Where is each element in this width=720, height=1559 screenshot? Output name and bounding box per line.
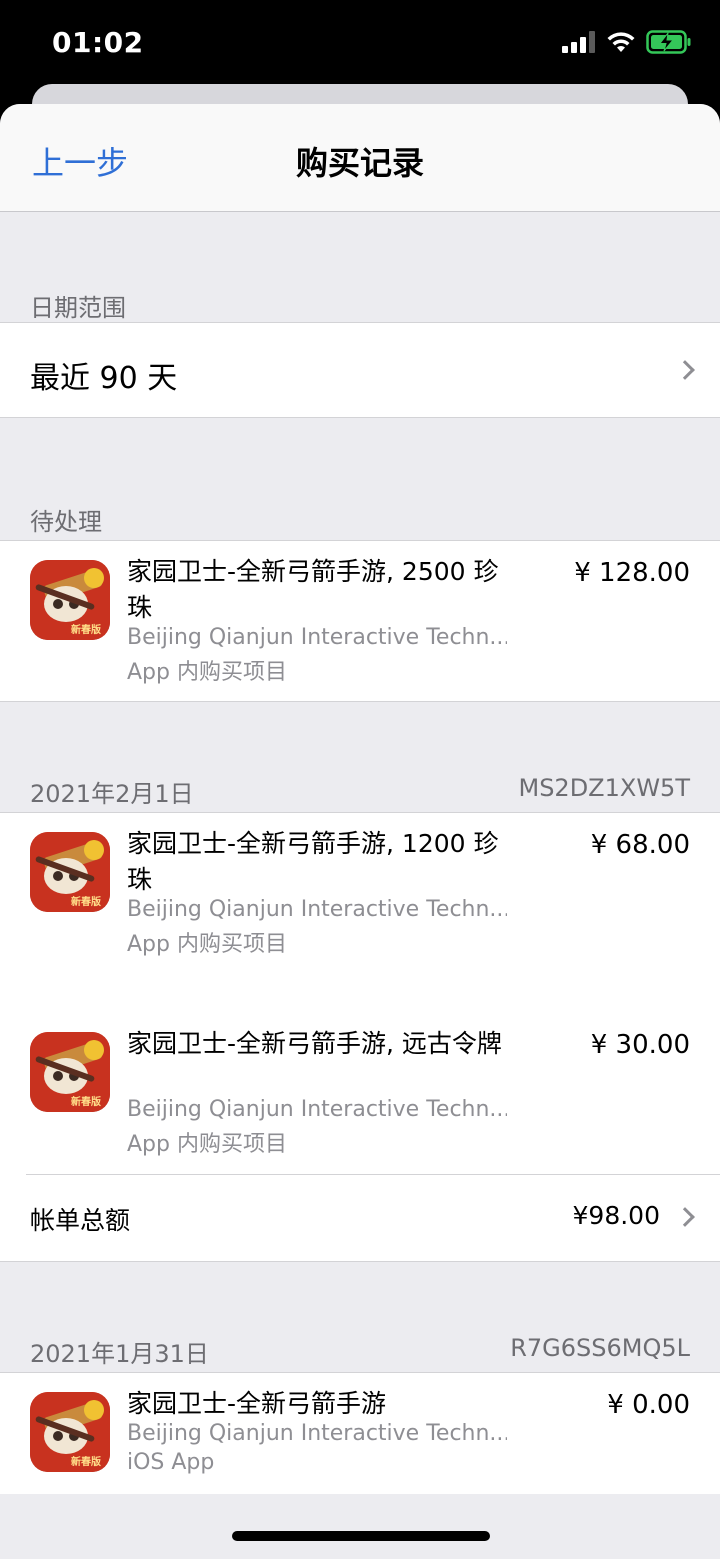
item-price: ¥ 68.00 xyxy=(590,830,690,860)
list-item[interactable]: 新春版 家园卫士-全新弓箭手游, 1200 珍珠 Beijing Qianjun… xyxy=(0,813,720,1013)
wifi-icon xyxy=(607,32,635,52)
bill-total-row[interactable]: 帐单总额 ¥98.00 xyxy=(0,1175,720,1261)
cellular-signal-icon xyxy=(562,31,595,53)
date-range-header: 日期范围 xyxy=(0,212,720,322)
item-price: ¥ 128.00 xyxy=(574,558,690,588)
battery-charging-icon xyxy=(646,30,691,54)
item-price: ¥ 0.00 xyxy=(607,1390,690,1420)
game-icon: 新春版 xyxy=(30,560,110,640)
item-price: ¥ 30.00 xyxy=(590,1030,690,1060)
pending-header: 待处理 xyxy=(0,418,720,540)
item-title: 家园卫士-全新弓箭手游, 1200 珍珠 xyxy=(127,829,499,894)
status-icons xyxy=(562,30,692,54)
chevron-right-icon xyxy=(675,360,695,380)
order-id: MS2DZ1XW5T xyxy=(518,774,690,802)
date-range-row[interactable]: 最近 90 天 xyxy=(0,322,720,418)
item-title: 家园卫士-全新弓箭手游, 远古令牌 xyxy=(127,1029,502,1058)
item-developer: Beijing Qianjun Interactive Techn... xyxy=(127,897,507,922)
order-header: 2021年2月1日 MS2DZ1XW5T xyxy=(0,702,720,812)
game-icon: 新春版 xyxy=(30,1392,110,1472)
app-icon-badge: 新春版 xyxy=(71,1095,101,1108)
page-title: 购买记录 xyxy=(295,144,424,182)
item-developer: Beijing Qianjun Interactive Techn... xyxy=(127,625,507,650)
app-icon: 新春版 xyxy=(30,832,110,912)
item-kind: App 内购买项目 xyxy=(127,1132,287,1157)
app-icon-badge: 新春版 xyxy=(71,1455,101,1468)
app-icon-badge: 新春版 xyxy=(71,623,101,636)
date-range-header-label: 日期范围 xyxy=(30,294,126,322)
item-developer: Beijing Qianjun Interactive Techn... xyxy=(127,1421,507,1446)
app-icon: 新春版 xyxy=(30,560,110,640)
order-group: 新春版 家园卫士-全新弓箭手游, 1200 珍珠 Beijing Qianjun… xyxy=(0,812,720,1262)
date-range-value: 最近 90 天 xyxy=(30,361,178,396)
status-time: 01:02 xyxy=(52,26,144,59)
item-kind: iOS App xyxy=(127,1450,215,1475)
pending-header-label: 待处理 xyxy=(30,508,102,536)
order-id: R7G6SS6MQ5L xyxy=(510,1334,690,1362)
app-icon-badge: 新春版 xyxy=(71,895,101,908)
order-header: 2021年1月31日 R7G6SS6MQ5L xyxy=(0,1262,720,1372)
order-date: 2021年1月31日 xyxy=(30,1340,209,1368)
order-date: 2021年2月1日 xyxy=(30,780,194,808)
item-kind: App 内购买项目 xyxy=(127,932,287,957)
item-kind: App 内购买项目 xyxy=(127,660,287,685)
app-icon: 新春版 xyxy=(30,1392,110,1472)
item-developer: Beijing Qianjun Interactive Techn... xyxy=(127,1097,507,1122)
home-indicator[interactable] xyxy=(232,1531,490,1541)
game-icon: 新春版 xyxy=(30,832,110,912)
list-item[interactable]: 新春版 家园卫士-全新弓箭手游 Beijing Qianjun Interact… xyxy=(0,1372,720,1494)
list-item[interactable]: 新春版 家园卫士-全新弓箭手游, 2500 珍珠 Beijing Qianjun… xyxy=(0,540,720,702)
bill-total-value: ¥98.00 xyxy=(572,1201,660,1230)
chevron-right-icon xyxy=(675,1207,695,1227)
navigation-bar: 上一步 购买记录 xyxy=(0,104,720,212)
item-title: 家园卫士-全新弓箭手游 xyxy=(127,1389,387,1418)
list-item[interactable]: 新春版 家园卫士-全新弓箭手游, 远古令牌 Beijing Qianjun In… xyxy=(26,1013,720,1175)
bill-total-label: 帐单总额 xyxy=(30,1206,131,1235)
item-title: 家园卫士-全新弓箭手游, 2500 珍珠 xyxy=(127,557,499,622)
purchase-history-sheet: 上一步 购买记录 日期范围 最近 90 天 待处理 新春版 家园卫士-全新弓箭手… xyxy=(0,104,720,1559)
app-icon: 新春版 xyxy=(30,1032,110,1112)
status-bar: 01:02 xyxy=(0,0,720,88)
game-icon: 新春版 xyxy=(30,1032,110,1112)
